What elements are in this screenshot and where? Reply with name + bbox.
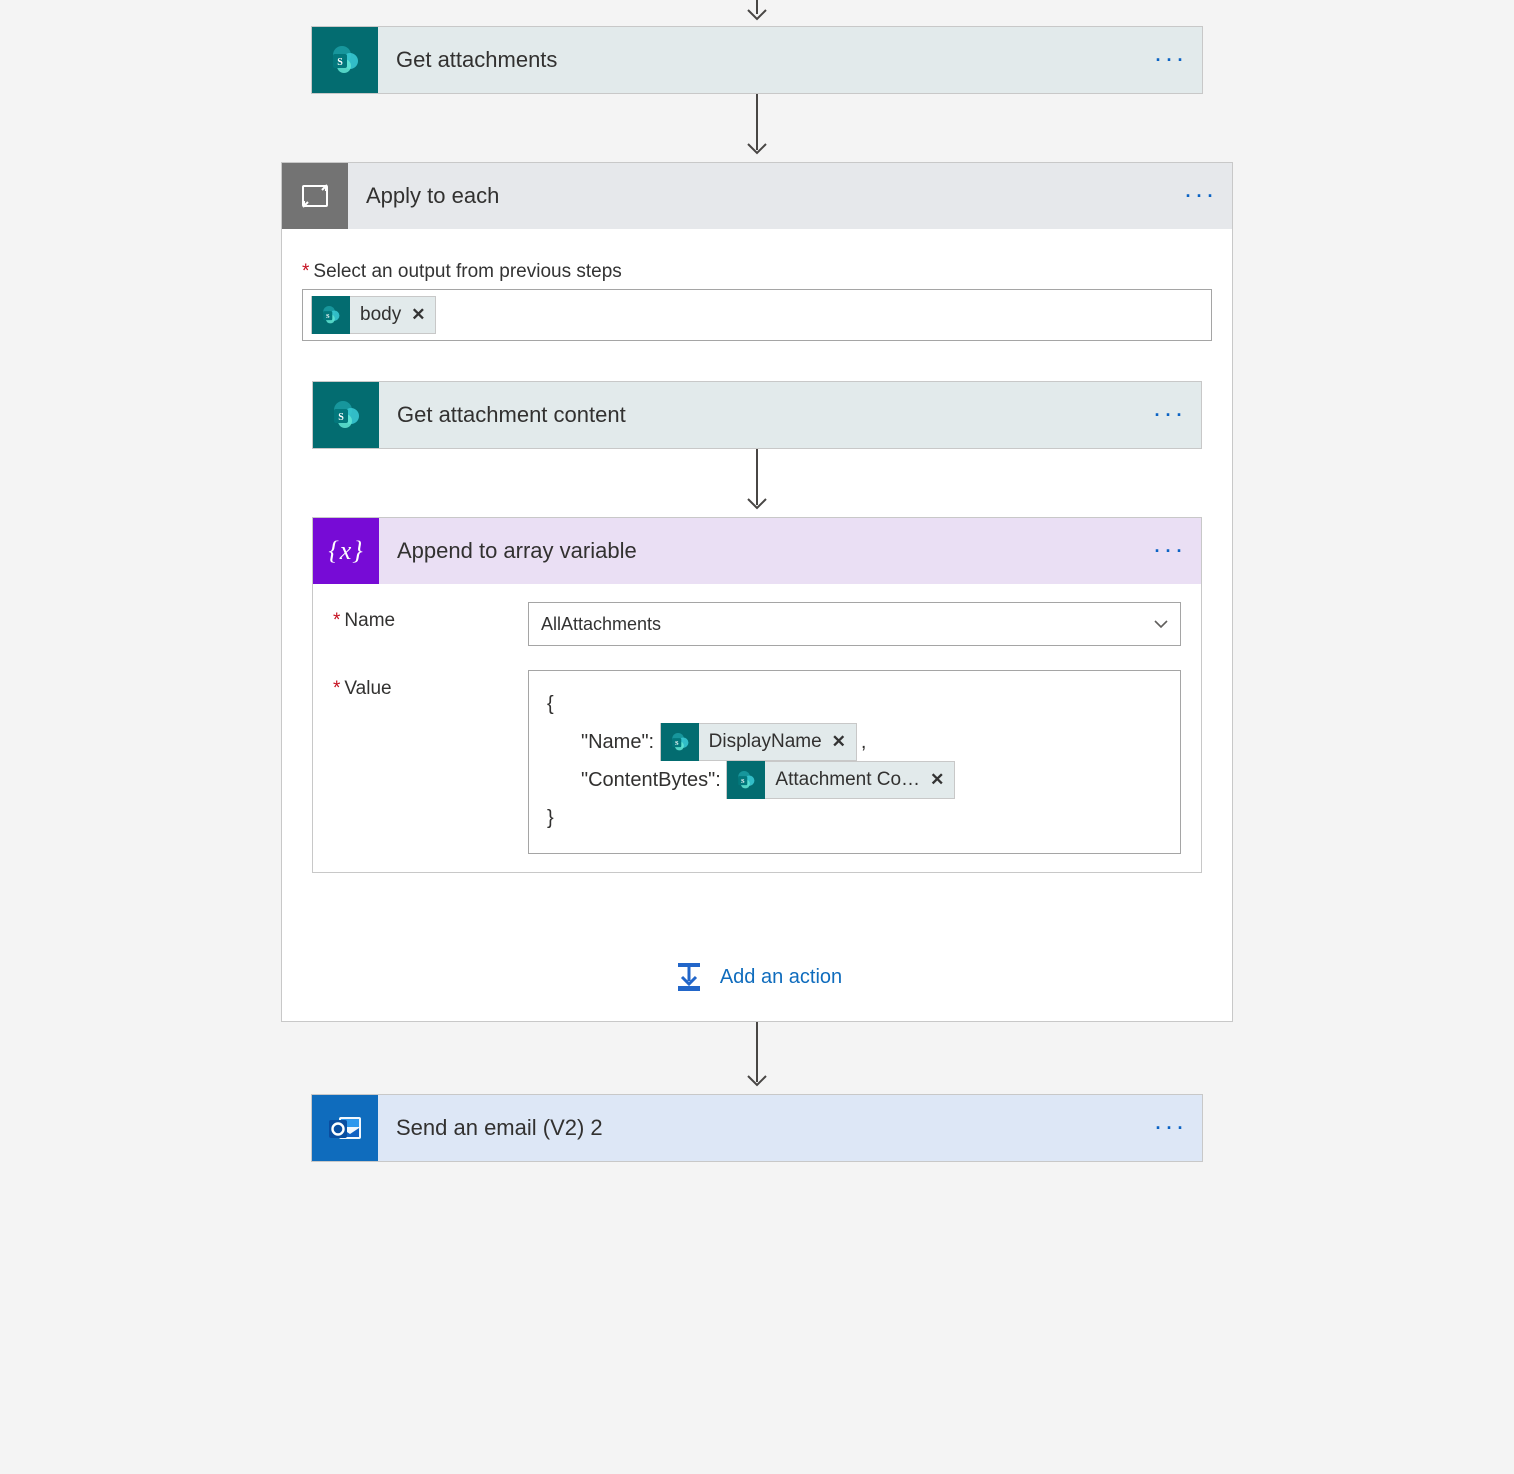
sharepoint-icon: S (312, 296, 350, 334)
action-title: Get attachment content (379, 402, 1141, 428)
outlook-icon (312, 1095, 378, 1161)
name-select[interactable]: AllAttachments (528, 602, 1181, 646)
action-title: Send an email (V2) 2 (378, 1115, 1142, 1141)
action-get-attachment-content[interactable]: S Get attachment content ··· (312, 381, 1202, 449)
add-action-button[interactable]: Add an action (672, 963, 842, 991)
token-label: Attachment Co… (775, 762, 920, 798)
action-title: Get attachments (378, 47, 1142, 73)
token-label: DisplayName (709, 724, 822, 760)
param-name: *Name AllAttachments (313, 584, 1201, 664)
scope-title: Apply to each (348, 183, 1172, 209)
action-append-to-array: {x} Append to array variable ··· *Name A… (312, 517, 1202, 873)
action-title: Append to array variable (379, 538, 1141, 564)
loop-icon (282, 163, 348, 229)
svg-text:S: S (337, 57, 343, 68)
sharepoint-icon: S (727, 761, 765, 799)
svg-text:S: S (326, 313, 330, 320)
action-header[interactable]: {x} Append to array variable ··· (313, 518, 1201, 584)
name-value: AllAttachments (541, 614, 661, 635)
select-output-input[interactable]: S body ✕ (302, 289, 1212, 341)
scope-header[interactable]: Apply to each ··· (282, 163, 1232, 229)
token-remove-icon[interactable]: ✕ (411, 305, 425, 325)
token-displayname[interactable]: S DisplayName ✕ (660, 723, 857, 761)
token-label: body (360, 304, 401, 326)
sharepoint-icon: S (661, 723, 699, 761)
connector-arrow (744, 449, 770, 517)
param-value: *Value { "Name": (313, 664, 1201, 872)
token-attachment-content[interactable]: S Attachment Co… ✕ (726, 761, 955, 799)
token-body[interactable]: S body ✕ (311, 296, 436, 334)
flow-designer-canvas: S Get attachments ··· (0, 0, 1514, 1474)
add-action-label: Add an action (720, 966, 842, 989)
scope-apply-to-each: Apply to each ··· *Select an output from… (281, 162, 1233, 1022)
action-send-email[interactable]: Send an email (V2) 2 ··· (311, 1094, 1203, 1162)
value-input[interactable]: { "Name": (528, 670, 1181, 854)
connector-arrow (744, 0, 770, 26)
chevron-down-icon (1154, 616, 1168, 632)
connector-arrow (744, 94, 770, 162)
sharepoint-icon: S (313, 382, 379, 448)
insert-action-icon (672, 963, 706, 991)
action-get-attachments[interactable]: S Get attachments ··· (311, 26, 1203, 94)
field-label: *Select an output from previous steps (302, 261, 1212, 283)
param-label: Name (344, 610, 395, 631)
token-remove-icon[interactable]: ✕ (930, 764, 944, 796)
token-remove-icon[interactable]: ✕ (832, 726, 846, 758)
svg-text:S: S (675, 740, 679, 747)
param-label: Value (344, 678, 391, 699)
svg-text:S: S (338, 412, 344, 423)
svg-text:S: S (741, 778, 745, 785)
sharepoint-icon: S (312, 27, 378, 93)
connector-arrow (744, 1022, 770, 1094)
variables-icon: {x} (313, 518, 379, 584)
